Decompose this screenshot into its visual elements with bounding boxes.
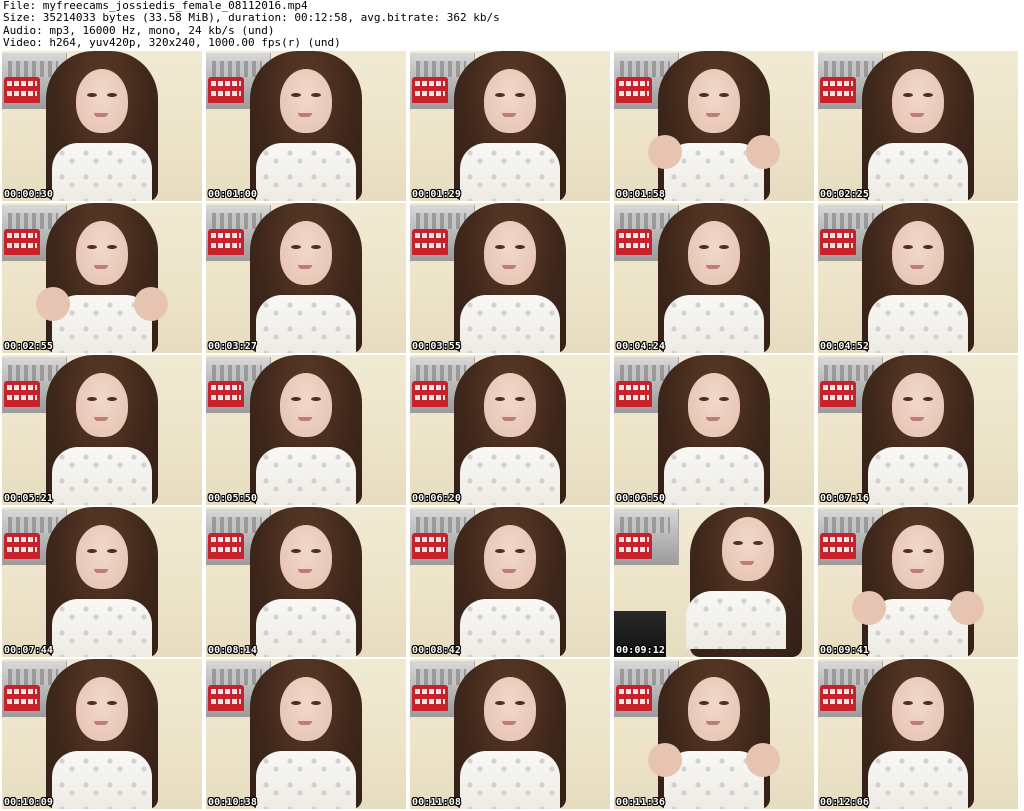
thumbnail[interactable]: 00:00:30 [2,51,202,201]
thumbnail[interactable]: 00:10:38 [206,659,406,809]
timestamp-label: 00:03:27 [208,341,257,352]
timestamp-label: 00:07:16 [820,493,869,504]
thumbnail[interactable]: 00:12:06 [818,659,1018,809]
timestamp-label: 00:06:20 [412,493,461,504]
thumbnail[interactable]: 00:01:29 [410,51,610,201]
bus-illustration [208,533,244,559]
timestamp-label: 00:01:58 [616,189,665,200]
thumbnail[interactable]: 00:04:52 [818,203,1018,353]
bus-illustration [208,77,244,103]
thumbnail[interactable]: 00:08:42 [410,507,610,657]
thumbnail[interactable]: 00:01:58 [614,51,814,201]
thumbnail[interactable]: 00:11:36 [614,659,814,809]
timestamp-label: 00:03:55 [412,341,461,352]
timestamp-label: 00:12:06 [820,797,869,808]
bus-illustration [412,381,448,407]
bus-illustration [4,685,40,711]
bus-illustration [616,77,652,103]
timestamp-label: 00:09:41 [820,645,869,656]
thumbnail[interactable]: 00:06:50 [614,355,814,505]
bus-illustration [820,381,856,407]
thumbnail[interactable]: 00:05:50 [206,355,406,505]
timestamp-label: 00:11:08 [412,797,461,808]
bus-illustration [820,77,856,103]
bus-illustration [616,685,652,711]
thumbnail[interactable]: 00:09:12 [614,507,814,657]
thumbnail[interactable]: 00:11:08 [410,659,610,809]
audio-info-line: Audio: mp3, 16000 Hz, mono, 24 kb/s (und… [3,24,275,37]
thumbnail[interactable]: 00:03:55 [410,203,610,353]
bus-illustration [208,381,244,407]
bus-illustration [4,381,40,407]
timestamp-label: 00:08:14 [208,645,257,656]
bus-illustration [4,533,40,559]
bus-illustration [820,229,856,255]
thumbnail[interactable]: 00:10:09 [2,659,202,809]
thumbnail[interactable]: 00:06:20 [410,355,610,505]
thumbnail[interactable]: 00:02:55 [2,203,202,353]
bus-illustration [412,229,448,255]
timestamp-label: 00:05:21 [4,493,53,504]
bus-illustration [616,533,652,559]
thumbnail[interactable]: 00:04:24 [614,203,814,353]
timestamp-label: 00:07:44 [4,645,53,656]
timestamp-label: 00:04:52 [820,341,869,352]
bus-illustration [412,77,448,103]
timestamp-label: 00:08:42 [412,645,461,656]
bus-illustration [4,229,40,255]
bus-illustration [616,381,652,407]
bus-illustration [820,533,856,559]
bus-illustration [412,533,448,559]
bus-illustration [616,229,652,255]
bus-illustration [208,685,244,711]
thumbnail[interactable]: 00:03:27 [206,203,406,353]
video-info-line: Video: h264, yuv420p, 320x240, 1000.00 f… [3,36,341,49]
bus-illustration [820,685,856,711]
thumbnail[interactable]: 00:09:41 [818,507,1018,657]
thumbnail[interactable]: 00:07:44 [2,507,202,657]
timestamp-label: 00:01:29 [412,189,461,200]
thumbnail[interactable]: 00:08:14 [206,507,406,657]
timestamp-label: 00:06:50 [616,493,665,504]
timestamp-label: 00:10:38 [208,797,257,808]
timestamp-label: 00:00:30 [4,189,53,200]
file-size-line: Size: 35214033 bytes (33.58 MiB), durati… [3,12,500,25]
timestamp-label: 00:02:55 [4,341,53,352]
bus-illustration [412,685,448,711]
thumbnail[interactable]: 00:02:25 [818,51,1018,201]
timestamp-label: 00:05:50 [208,493,257,504]
timestamp-label: 00:10:09 [4,797,53,808]
timestamp-label: 00:04:24 [616,341,665,352]
file-info-header: File: myfreecams_jossiedis_female_081120… [3,0,1021,50]
thumbnail[interactable]: 00:07:16 [818,355,1018,505]
thumbnail[interactable]: 00:01:00 [206,51,406,201]
file-name-line: File: myfreecams_jossiedis_female_081120… [3,0,308,12]
timestamp-label: 00:02:25 [820,189,869,200]
timestamp-label: 00:09:12 [616,645,665,656]
timestamp-label: 00:01:00 [208,189,257,200]
timestamp-label: 00:11:36 [616,797,665,808]
thumbnail[interactable]: 00:05:21 [2,355,202,505]
thumbnail-grid: 00:00:30 00:01:00 00:01:29 00:01:58 00:0… [0,51,1024,811]
bus-illustration [4,77,40,103]
bus-illustration [208,229,244,255]
